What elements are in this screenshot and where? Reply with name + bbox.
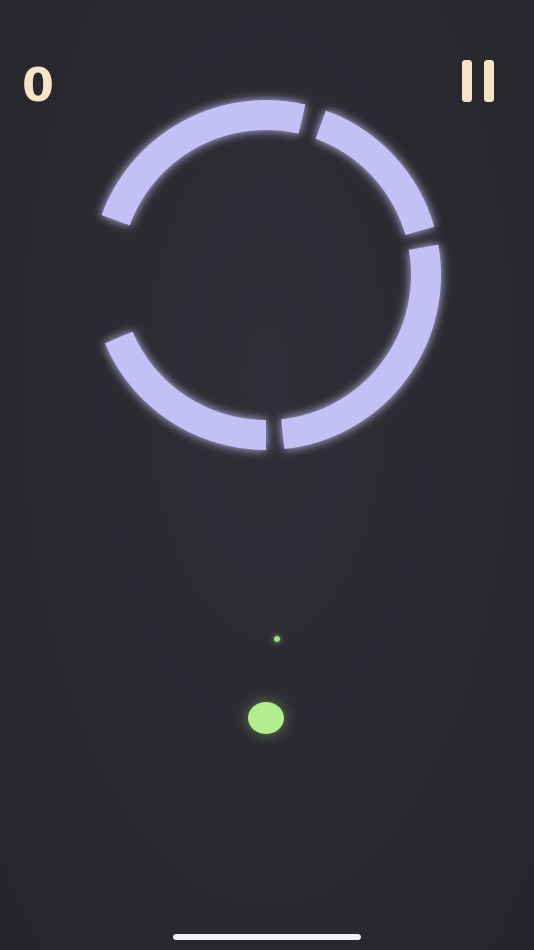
game-screen[interactable]: 0 [0, 0, 534, 950]
home-indicator[interactable] [173, 934, 361, 940]
obstacle-ring [101, 100, 441, 450]
ring-segment [280, 244, 441, 450]
spark-particle [274, 636, 280, 642]
player-ball[interactable] [248, 702, 284, 734]
ring-segments [101, 100, 441, 450]
ring-segment [104, 331, 267, 450]
ring-segment [101, 100, 306, 226]
ring-segment [315, 110, 435, 236]
